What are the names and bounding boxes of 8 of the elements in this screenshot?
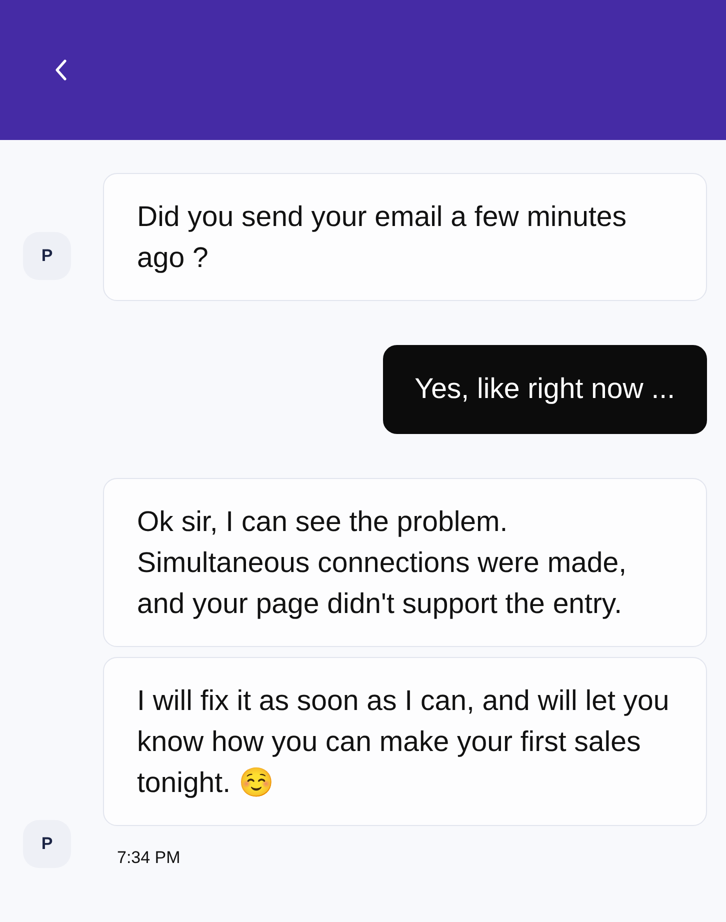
avatar: P: [23, 820, 71, 868]
message-bubble: Did you send your email a few minutes ago ?: [103, 173, 707, 301]
message-time: 7:34 PM: [116, 848, 182, 868]
message-bubble: Ok sir, I can see the problem. Simultaneous connections were made, and your page didn't support the entry.: [103, 478, 707, 647]
avatar: P: [23, 232, 71, 280]
back-icon: [54, 58, 68, 82]
message-bubble: I will fix it as soon as I can, and will let you know how you can make your first sales tonight. ☺: [103, 657, 707, 826]
message-bubble: Yes, like right now ...: [382, 345, 707, 434]
